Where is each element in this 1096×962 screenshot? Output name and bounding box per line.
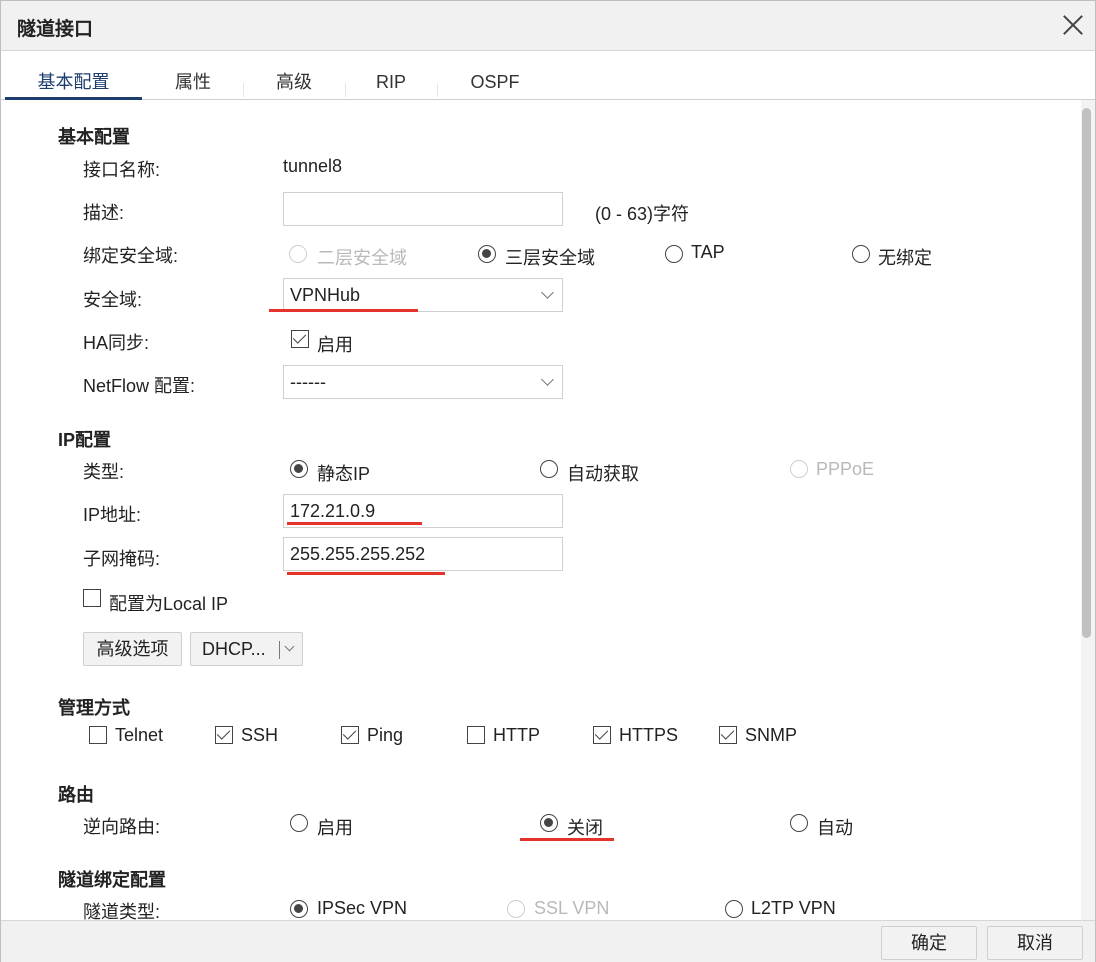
radio-route-enable-label: 启用 bbox=[317, 818, 353, 838]
highlight-underline bbox=[520, 838, 614, 841]
vertical-scrollbar[interactable] bbox=[1081, 100, 1095, 920]
dhcp-split-button[interactable]: DHCP... bbox=[190, 632, 303, 666]
netflow-label: NetFlow 配置: bbox=[83, 376, 196, 396]
radio-route-enable[interactable] bbox=[290, 814, 308, 832]
http-checkbox[interactable] bbox=[467, 726, 485, 744]
chevron-down-icon bbox=[541, 286, 554, 299]
ha-sync-label: HA同步: bbox=[83, 333, 150, 353]
title-bar: 隧道接口 bbox=[1, 1, 1095, 51]
tab-basic-config[interactable]: 基本配置 bbox=[5, 51, 142, 100]
local-ip-checkbox[interactable] bbox=[83, 589, 101, 607]
split-divider bbox=[279, 641, 280, 659]
tab-properties[interactable]: 属性 bbox=[144, 51, 242, 100]
close-icon[interactable] bbox=[1059, 11, 1087, 39]
scrollbar-thumb[interactable] bbox=[1082, 108, 1091, 638]
radio-no-binding-label: 无绑定 bbox=[878, 248, 932, 268]
reverse-route-label: 逆向路由: bbox=[83, 817, 161, 837]
radio-l2-zone-label: 二层安全域 bbox=[317, 248, 407, 268]
highlight-underline bbox=[287, 572, 445, 575]
radio-l2tp-vpn-label: L2TP VPN bbox=[751, 898, 836, 918]
radio-l2tp-vpn[interactable] bbox=[725, 900, 743, 918]
tab-advanced[interactable]: 高级 bbox=[244, 51, 344, 100]
radio-ipsec-vpn-label: IPSec VPN bbox=[317, 898, 408, 918]
tab-rip[interactable]: RIP bbox=[346, 51, 436, 100]
section-tunnel-binding: 隧道绑定配置 bbox=[58, 870, 166, 890]
ok-button[interactable]: 确定 bbox=[881, 926, 977, 960]
form-content: 基本配置 接口名称: tunnel8 描述: (0 - 63)字符 绑定安全域:… bbox=[1, 100, 1081, 920]
dialog-title: 隧道接口 bbox=[17, 19, 94, 40]
radio-ssl-vpn-label: SSL VPN bbox=[534, 898, 610, 918]
tunnel-interface-dialog: 隧道接口 基本配置 属性 高级 RIP OSPF 基本配置 接口名称: tunn… bbox=[0, 0, 1096, 962]
radio-route-disable-label: 关闭 bbox=[567, 818, 603, 838]
ssh-label: SSH bbox=[241, 725, 279, 745]
radio-tap[interactable] bbox=[665, 245, 683, 263]
security-zone-select[interactable]: VPNHub bbox=[283, 278, 563, 312]
radio-ssl-vpn bbox=[507, 900, 525, 918]
ping-label: Ping bbox=[367, 725, 404, 745]
dialog-footer: 确定 取消 bbox=[1, 920, 1095, 962]
netflow-select[interactable]: ------ bbox=[283, 365, 563, 399]
radio-static-ip-label: 静态IP bbox=[317, 464, 371, 484]
radio-route-disable[interactable] bbox=[540, 814, 558, 832]
radio-route-auto-label: 自动 bbox=[817, 818, 853, 838]
ping-checkbox[interactable] bbox=[341, 726, 359, 744]
snmp-label: SNMP bbox=[745, 725, 798, 745]
radio-ipsec-vpn[interactable] bbox=[290, 900, 308, 918]
description-input[interactable] bbox=[283, 192, 563, 226]
telnet-label: Telnet bbox=[115, 725, 164, 745]
radio-l2-zone bbox=[289, 245, 307, 263]
snmp-checkbox[interactable] bbox=[719, 726, 737, 744]
description-label: 描述: bbox=[83, 203, 125, 223]
section-ip-config: IP配置 bbox=[58, 430, 112, 450]
netflow-value: ------ bbox=[290, 372, 326, 392]
http-label: HTTP bbox=[493, 725, 540, 745]
interface-name-label: 接口名称: bbox=[83, 160, 161, 180]
local-ip-label: 配置为Local IP bbox=[109, 594, 229, 614]
highlight-underline bbox=[287, 522, 422, 525]
advanced-options-button[interactable]: 高级选项 bbox=[83, 632, 182, 666]
radio-l3-zone-label: 三层安全域 bbox=[505, 248, 595, 268]
tab-bar: 基本配置 属性 高级 RIP OSPF bbox=[1, 51, 1095, 100]
security-zone-value: VPNHub bbox=[290, 285, 361, 305]
telnet-checkbox[interactable] bbox=[89, 726, 107, 744]
radio-pppoe bbox=[790, 460, 808, 478]
radio-dhcp-auto[interactable] bbox=[540, 460, 558, 478]
radio-no-binding[interactable] bbox=[852, 245, 870, 263]
ip-type-label: 类型: bbox=[83, 462, 125, 482]
section-management: 管理方式 bbox=[58, 698, 130, 718]
tunnel-type-label: 隧道类型: bbox=[83, 902, 161, 920]
description-hint: (0 - 63)字符 bbox=[595, 204, 690, 224]
highlight-underline bbox=[269, 309, 418, 312]
dhcp-button-label: DHCP... bbox=[202, 639, 266, 659]
section-routing: 路由 bbox=[58, 785, 94, 805]
interface-name-value: tunnel8 bbox=[283, 156, 343, 176]
radio-dhcp-auto-label: 自动获取 bbox=[567, 464, 639, 484]
radio-pppoe-label: PPPoE bbox=[816, 459, 875, 479]
ha-sync-checkbox[interactable] bbox=[291, 330, 309, 348]
section-basic-config: 基本配置 bbox=[58, 127, 130, 147]
subnet-mask-input[interactable]: 255.255.255.252 bbox=[283, 537, 563, 571]
chevron-down-icon bbox=[541, 373, 554, 386]
radio-route-auto[interactable] bbox=[790, 814, 808, 832]
radio-tap-label: TAP bbox=[691, 242, 725, 262]
security-zone-label: 安全域: bbox=[83, 290, 143, 310]
radio-l3-zone[interactable] bbox=[478, 245, 496, 263]
radio-static-ip[interactable] bbox=[290, 460, 308, 478]
https-checkbox[interactable] bbox=[593, 726, 611, 744]
cancel-button[interactable]: 取消 bbox=[987, 926, 1083, 960]
ha-sync-option-label: 启用 bbox=[317, 335, 353, 355]
subnet-mask-label: 子网掩码: bbox=[83, 549, 161, 569]
ip-address-label: IP地址: bbox=[83, 505, 142, 525]
chevron-down-icon[interactable] bbox=[284, 641, 295, 652]
bind-zone-label: 绑定安全域: bbox=[83, 246, 179, 266]
https-label: HTTPS bbox=[619, 725, 679, 745]
tab-ospf[interactable]: OSPF bbox=[438, 51, 552, 100]
ssh-checkbox[interactable] bbox=[215, 726, 233, 744]
